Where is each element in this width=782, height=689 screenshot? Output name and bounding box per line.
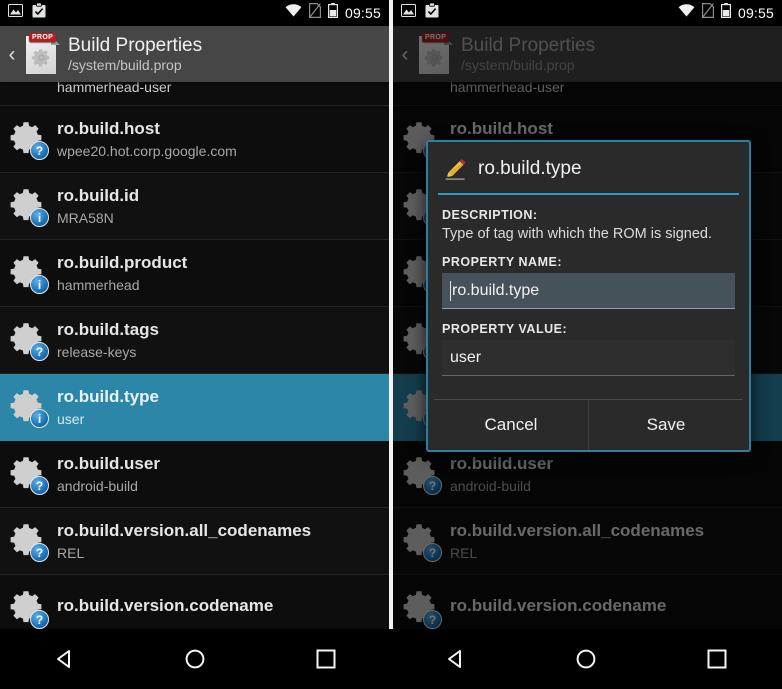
property-value-label: PROPERTY VALUE: xyxy=(442,322,568,336)
clipped-row-value: hammerhead-user xyxy=(57,82,172,95)
nav-bar-right xyxy=(391,637,782,681)
property-badge: ? xyxy=(30,543,49,562)
system-navigation-bar xyxy=(0,629,782,689)
prop-file-icon[interactable]: PROP xyxy=(22,32,60,76)
property-name-input[interactable]: ro.build.type xyxy=(442,273,735,309)
description-label: DESCRIPTION: xyxy=(442,208,538,222)
property-value: android-build xyxy=(57,478,138,494)
wifi-icon xyxy=(678,4,695,22)
property-badge: i xyxy=(30,208,49,227)
property-badge: ? xyxy=(30,476,49,495)
property-value: hammerhead xyxy=(57,277,140,293)
clipboard-check-icon xyxy=(425,2,439,23)
property-badge: ? xyxy=(30,141,49,160)
status-bar-clock: 09:55 xyxy=(344,5,381,21)
property-name-label: PROPERTY NAME: xyxy=(442,255,562,269)
clipboard-check-icon xyxy=(32,2,46,23)
property-gear-icon: ? xyxy=(8,320,49,361)
page-subtitle: /system/build.prop xyxy=(68,56,182,73)
property-key: ro.build.product xyxy=(57,253,188,272)
property-key: ro.build.host xyxy=(57,119,160,138)
status-bar-system-icons: 09:55 xyxy=(285,3,381,23)
status-bar-notification-icons xyxy=(8,2,46,23)
prop-badge-label: PROP xyxy=(29,33,57,42)
property-key: ro.build.user xyxy=(57,454,160,473)
status-bar: 09:55 xyxy=(393,0,782,26)
property-gear-icon: ? xyxy=(8,588,49,629)
table-row[interactable]: ? ro.build.user android-build xyxy=(0,441,389,508)
right-phone-screen: 09:55 ‹ PROP Build Properties /system/bu… xyxy=(393,0,782,689)
property-value-input-value: user xyxy=(450,348,482,366)
app-header: ‹ PROP Build Properties /system/build.pr… xyxy=(0,26,389,82)
table-row[interactable]: ? ro.build.tags release-keys xyxy=(0,307,389,374)
description-text: Type of tag with which the ROM is signed… xyxy=(442,226,712,242)
status-bar-notification-icons xyxy=(401,2,439,23)
property-badge: ? xyxy=(30,342,49,361)
list-item-clipped[interactable]: hammerhead-user xyxy=(0,82,389,106)
left-phone-screen: 09:55 ‹ PROP Build Properties /system/bu… xyxy=(0,0,389,689)
property-gear-icon: ? xyxy=(8,521,49,562)
property-value: user xyxy=(57,411,85,427)
status-bar-clock: 09:55 xyxy=(737,5,774,21)
property-key: ro.build.id xyxy=(57,186,140,205)
nav-bar-left xyxy=(0,637,391,681)
property-gear-icon: ? xyxy=(8,454,49,495)
property-key: ro.build.version.codename xyxy=(57,596,274,615)
nav-recents-icon[interactable] xyxy=(687,637,747,681)
property-gear-icon: i xyxy=(8,387,49,428)
nav-back-icon[interactable] xyxy=(35,637,95,681)
dialog-actions: Cancel Save xyxy=(434,399,743,450)
nav-recents-icon[interactable] xyxy=(296,637,356,681)
page-title: Build Properties xyxy=(68,34,203,56)
no-sim-icon xyxy=(308,3,321,23)
battery-icon xyxy=(327,3,338,23)
nav-back-icon[interactable] xyxy=(426,637,486,681)
dialog-body: DESCRIPTION: Type of tag with which the … xyxy=(428,195,749,395)
property-key: ro.build.type xyxy=(57,387,159,406)
property-gear-icon: ? xyxy=(8,119,49,160)
image-icon xyxy=(401,4,416,22)
table-row[interactable]: ? ro.build.host wpee20.hot.corp.google.c… xyxy=(0,106,389,173)
property-key: ro.build.tags xyxy=(57,320,159,339)
property-value: wpee20.hot.corp.google.com xyxy=(57,143,237,159)
cancel-button[interactable]: Cancel xyxy=(434,400,588,450)
status-bar: 09:55 xyxy=(0,0,389,26)
table-row[interactable]: i ro.build.id MRA58N xyxy=(0,173,389,240)
property-badge: i xyxy=(30,409,49,428)
property-badge: i xyxy=(30,275,49,294)
dialog-title-bar: ro.build.type xyxy=(428,142,749,193)
edit-pencil-icon xyxy=(445,159,466,180)
properties-list[interactable]: hammerhead-user ? ro.build.host wpee20.h… xyxy=(0,82,389,640)
property-name-input-value: ro.build.type xyxy=(452,281,540,299)
gear-icon xyxy=(31,49,50,67)
property-gear-icon: i xyxy=(8,253,49,294)
table-row[interactable]: i ro.build.product hammerhead xyxy=(0,240,389,307)
dual-screenshot-stage: 09:55 ‹ PROP Build Properties /system/bu… xyxy=(0,0,782,689)
wifi-icon xyxy=(285,4,302,22)
table-row[interactable]: ? ro.build.version.all_codenames REL xyxy=(0,508,389,575)
property-gear-icon: i xyxy=(8,186,49,227)
edit-property-dialog: ro.build.type DESCRIPTION: Type of tag w… xyxy=(426,140,751,452)
property-value: release-keys xyxy=(57,344,137,360)
nav-home-icon[interactable] xyxy=(556,637,616,681)
save-button[interactable]: Save xyxy=(588,400,743,450)
status-bar-system-icons: 09:55 xyxy=(678,3,774,23)
no-sim-icon xyxy=(701,3,714,23)
nav-home-icon[interactable] xyxy=(165,637,225,681)
dialog-title: ro.build.type xyxy=(478,158,582,179)
property-value: MRA58N xyxy=(57,210,114,226)
property-value-input[interactable]: user xyxy=(442,340,735,376)
back-chevron-icon[interactable]: ‹ xyxy=(4,44,20,65)
table-row-selected[interactable]: i ro.build.type user xyxy=(0,374,389,441)
property-value: REL xyxy=(57,545,85,561)
text-cursor xyxy=(450,280,451,301)
property-badge: ? xyxy=(30,610,49,629)
battery-icon xyxy=(720,3,731,23)
property-key: ro.build.version.all_codenames xyxy=(57,521,312,540)
image-icon xyxy=(8,4,23,22)
